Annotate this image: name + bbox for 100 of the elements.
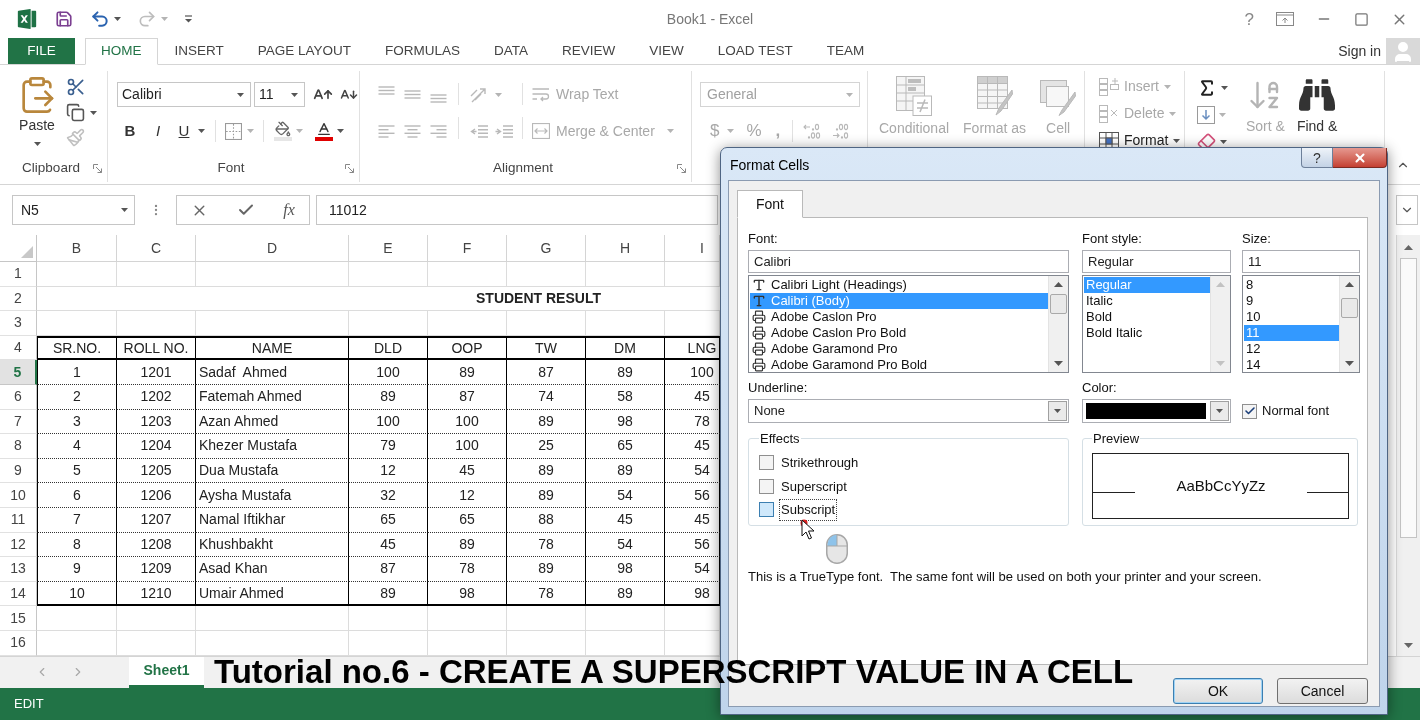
list-item[interactable]: Adobe Caslon Pro Bold	[750, 325, 1048, 341]
dropdown-button[interactable]	[1048, 401, 1067, 421]
expand-formula-bar-icon[interactable]	[1396, 195, 1418, 225]
help-button[interactable]: ?	[1301, 148, 1333, 168]
cut-icon[interactable]	[66, 77, 86, 97]
ribbon-tab[interactable]: VIEW	[632, 38, 701, 64]
scrollbar-thumb[interactable]	[1050, 294, 1067, 314]
align-bottom-icon[interactable]	[430, 94, 447, 103]
list-item[interactable]: 10	[1244, 309, 1339, 325]
list-item[interactable]: 14	[1244, 357, 1339, 373]
row-header[interactable]: 10	[0, 483, 37, 508]
bold-button[interactable]: B	[120, 120, 140, 142]
caret-down-icon[interactable]	[198, 129, 205, 133]
font-style-list[interactable]: Regular Italic Bold Bold Italic	[1082, 275, 1231, 373]
checkbox-label[interactable]: Superscript	[780, 476, 848, 496]
font-size-field[interactable]: 11	[1242, 250, 1360, 273]
insert-function-button[interactable]: fx	[283, 198, 295, 222]
caret-down-icon[interactable]	[1221, 85, 1228, 90]
fill-down-icon[interactable]	[1197, 105, 1215, 124]
cells-button[interactable]: Format	[1099, 130, 1169, 151]
row-header[interactable]: 14	[0, 581, 37, 607]
scroll-down-arrow-icon[interactable]	[1345, 361, 1354, 366]
scrollbar-thumb[interactable]	[1341, 298, 1358, 318]
ribbon-tab[interactable]: REVIEW	[545, 38, 633, 64]
scrollbar-thumb[interactable]	[1400, 258, 1417, 538]
ribbon-tab[interactable]: TEAM	[809, 38, 882, 64]
underline-dropdown[interactable]: None	[748, 399, 1069, 423]
row-header[interactable]: 1	[0, 262, 37, 287]
vertical-scrollbar[interactable]	[1396, 235, 1420, 656]
list-item[interactable]: 8	[1244, 277, 1339, 293]
font-name-field[interactable]: Calibri	[748, 250, 1069, 273]
row-header[interactable]: 5	[0, 360, 37, 385]
dialog-launcher-icon[interactable]	[345, 163, 354, 173]
list-item[interactable]: 12	[1244, 341, 1339, 357]
align-top-icon[interactable]	[378, 86, 395, 95]
save-icon[interactable]	[55, 10, 73, 28]
caret-down-icon[interactable]	[291, 92, 298, 97]
checkbox[interactable]	[759, 455, 774, 471]
dropdown-button[interactable]	[1210, 401, 1229, 421]
maximize-icon[interactable]	[1354, 11, 1369, 27]
column-header[interactable]: B	[37, 235, 117, 262]
sheet-tab[interactable]: Sheet1	[129, 656, 204, 688]
editing-button[interactable]: Find &	[1293, 76, 1341, 134]
checkbox-label[interactable]: Subscript	[780, 500, 837, 520]
scroll-down-arrow-icon[interactable]	[1404, 642, 1413, 648]
row-header[interactable]: 16	[0, 630, 37, 656]
row-header[interactable]: 11	[0, 507, 37, 533]
close-button[interactable]	[1333, 148, 1387, 168]
list-item[interactable]: 9	[1244, 293, 1339, 309]
column-header[interactable]: G	[507, 235, 586, 262]
list-item[interactable]: Calibri Light (Headings)	[750, 277, 1048, 293]
row-header[interactable]: 2	[0, 286, 37, 312]
scroll-up-arrow-icon[interactable]	[1404, 245, 1413, 250]
align-middle-icon[interactable]	[404, 90, 421, 99]
row-header[interactable]: 13	[0, 557, 37, 582]
checkbox[interactable]	[759, 502, 774, 518]
font-name-dropdown[interactable]: Calibri	[117, 82, 251, 107]
dialog-launcher-icon[interactable]	[93, 163, 102, 173]
column-header[interactable]: E	[349, 235, 428, 262]
caret-down-icon[interactable]	[237, 92, 244, 97]
row-header[interactable]: 8	[0, 434, 37, 459]
list-scrollbar[interactable]	[1048, 276, 1068, 372]
column-header[interactable]: H	[586, 235, 665, 262]
checkbox[interactable]	[1242, 403, 1257, 419]
paste-button[interactable]: Paste	[14, 75, 60, 147]
list-item[interactable]: Adobe Caslon Pro	[750, 309, 1048, 325]
ribbon-tab[interactable]: FORMULAS	[368, 38, 478, 64]
font-color-icon[interactable]	[315, 121, 333, 141]
align-left-icon[interactable]	[378, 124, 395, 138]
caret-down-icon[interactable]	[90, 110, 97, 115]
help-button[interactable]: ?	[1244, 10, 1254, 28]
checkbox-label[interactable]: Strikethrough	[780, 453, 860, 473]
color-dropdown[interactable]	[1082, 399, 1231, 423]
font-size-dropdown[interactable]: 11	[254, 82, 305, 107]
scroll-up-arrow-icon[interactable]	[1054, 282, 1063, 287]
dialog-launcher-icon[interactable]	[677, 163, 686, 173]
column-header[interactable]: F	[428, 235, 507, 262]
font-style-field[interactable]: Regular	[1082, 250, 1231, 273]
ribbon-tab[interactable]: HOME	[85, 38, 158, 65]
align-center-icon[interactable]	[404, 124, 421, 138]
ribbon-tab[interactable]: DATA	[477, 38, 546, 64]
font-list[interactable]: Calibri Light (Headings) Calibri (Body) Adobe Caslon Pro Adobe Caslon Pro Bold Adobe Garamond Pro Adobe Garamond Pro Bold	[748, 275, 1069, 373]
dialog-button[interactable]: OK	[1173, 678, 1263, 704]
caret-down-icon[interactable]	[121, 208, 128, 212]
fill-color-icon[interactable]	[274, 121, 292, 141]
ribbon-display-options-icon[interactable]	[1276, 12, 1294, 26]
ribbon-tab[interactable]: INSERT	[157, 38, 241, 64]
row-header[interactable]: 7	[0, 409, 37, 435]
underline-button[interactable]: U	[174, 120, 194, 142]
list-scrollbar[interactable]	[1339, 276, 1359, 372]
formula-input[interactable]: 11012	[316, 195, 718, 225]
column-header[interactable]: D	[196, 235, 349, 262]
caret-down-icon[interactable]	[33, 142, 41, 146]
caret-down-icon[interactable]	[1220, 139, 1227, 144]
ribbon-tab[interactable]: PAGE LAYOUT	[240, 38, 369, 64]
row-header[interactable]: 15	[0, 606, 37, 631]
borders-icon[interactable]	[225, 122, 242, 140]
font-size-list[interactable]: 8 9 10 11 12 14	[1242, 275, 1360, 373]
spreadsheet-logo-icon[interactable]	[16, 8, 38, 30]
dialog-button[interactable]: Cancel	[1277, 678, 1368, 704]
